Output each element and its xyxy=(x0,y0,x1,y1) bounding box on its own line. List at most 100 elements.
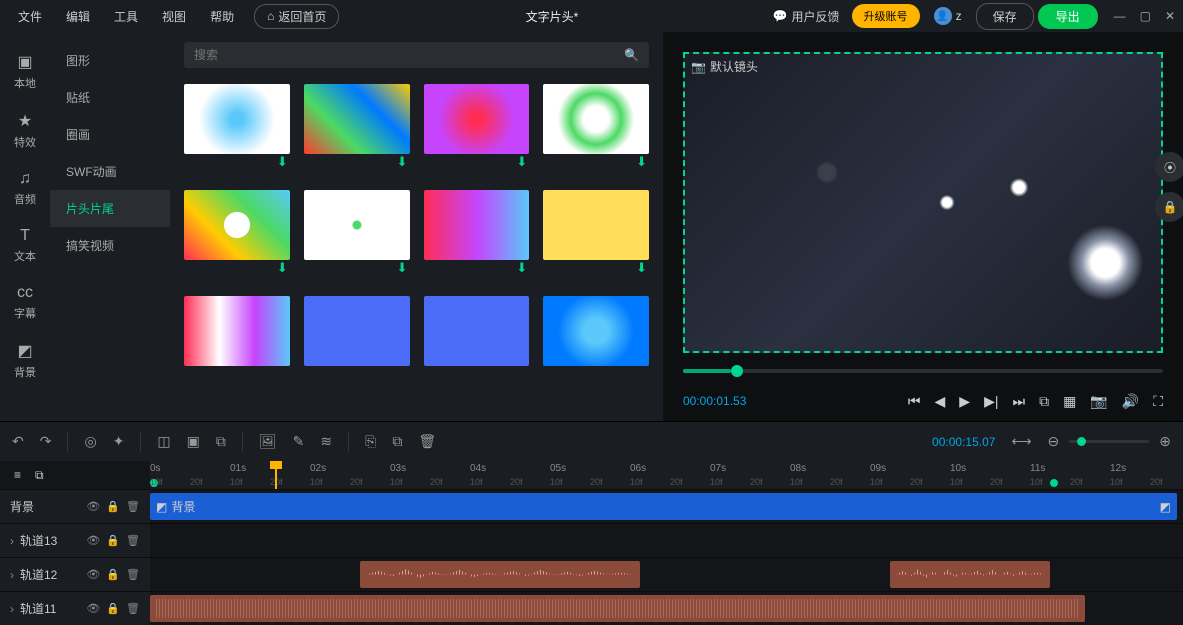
visibility-icon[interactable]: 👁 xyxy=(86,534,100,547)
export-button[interactable]: 导出 xyxy=(1038,4,1098,29)
category-funny[interactable]: 搞笑视频 xyxy=(50,227,170,264)
trash-icon[interactable]: 🗑 xyxy=(126,568,140,581)
asset-item[interactable] xyxy=(304,296,410,366)
menu-help[interactable]: 帮助 xyxy=(200,2,244,31)
lock-icon[interactable]: 🔒 xyxy=(106,500,120,513)
asset-item[interactable]: ⬇ xyxy=(543,84,649,154)
lock-tool-icon[interactable]: 🔒 xyxy=(1155,192,1183,222)
track-head[interactable]: › 轨道11 👁🔒🗑 xyxy=(0,592,150,625)
track-head[interactable]: › 轨道12 👁🔒🗑 xyxy=(0,558,150,591)
marker-icon[interactable]: ◎ xyxy=(84,433,96,450)
upgrade-button[interactable]: 升级账号 xyxy=(852,4,920,28)
download-icon[interactable]: ⬇ xyxy=(636,154,647,170)
zoom-out-icon[interactable]: ⊖ xyxy=(1048,433,1060,450)
track-head[interactable]: › 轨道13 👁🔒🗑 xyxy=(0,524,150,557)
lock-icon[interactable]: 🔒 xyxy=(106,602,120,615)
download-icon[interactable]: ⬇ xyxy=(636,260,647,276)
sidebar-item-audio[interactable]: ♫音频 xyxy=(0,160,50,217)
expand-icon[interactable]: › xyxy=(10,602,14,616)
sidebar-item-subtitle[interactable]: cc字幕 xyxy=(0,274,50,331)
track-head[interactable]: 背景 👁🔒🗑 xyxy=(0,490,150,523)
redo-icon[interactable]: ↷ xyxy=(40,433,52,450)
trash-icon[interactable]: 🗑 xyxy=(126,534,140,547)
asset-item[interactable]: ⬇ xyxy=(184,190,290,260)
search-box[interactable]: 🔍 xyxy=(184,42,649,68)
menu-view[interactable]: 视图 xyxy=(152,2,196,31)
copy-icon[interactable]: ⧉ xyxy=(392,433,402,450)
split-icon[interactable]: ◫ xyxy=(157,433,170,450)
crop-tool-icon[interactable]: ▣ xyxy=(187,433,200,450)
clip-audio[interactable] xyxy=(360,561,640,588)
snapshot-icon[interactable]: 📷 xyxy=(1090,393,1107,410)
playhead[interactable] xyxy=(275,461,277,489)
track-copy-icon[interactable]: ⧉ xyxy=(35,468,44,483)
search-input[interactable] xyxy=(194,48,624,62)
minimize-icon[interactable]: ― xyxy=(1114,9,1126,23)
close-icon[interactable]: ✕ xyxy=(1165,9,1175,23)
sidebar-item-local[interactable]: ▣本地 xyxy=(0,42,50,101)
lock-icon[interactable]: 🔒 xyxy=(106,534,120,547)
clip-audio[interactable] xyxy=(150,595,1085,622)
sidebar-item-background[interactable]: ◩背景 xyxy=(0,331,50,390)
asset-item[interactable] xyxy=(424,296,530,366)
category-stickers[interactable]: 贴纸 xyxy=(50,79,170,116)
delete-icon[interactable]: 🗑 xyxy=(418,433,436,450)
play-icon[interactable]: ▶ xyxy=(959,393,970,410)
grid-icon[interactable]: ▦ xyxy=(1063,393,1076,410)
target-icon[interactable]: ✦ xyxy=(113,433,125,450)
expand-icon[interactable]: › xyxy=(10,534,14,548)
image-icon[interactable]: 🖼 xyxy=(259,433,277,450)
asset-item[interactable]: ⬇ xyxy=(304,190,410,260)
asset-item[interactable]: ⬇ xyxy=(424,84,530,154)
user-menu[interactable]: 👤 z xyxy=(924,7,972,25)
clip-background[interactable]: ◩背景◩ xyxy=(150,493,1177,520)
download-icon[interactable]: ⬇ xyxy=(277,260,288,276)
maximize-icon[interactable]: ▢ xyxy=(1140,9,1151,23)
lock-icon[interactable]: 🔒 xyxy=(106,568,120,581)
zoom-slider[interactable] xyxy=(1069,440,1149,443)
asset-item[interactable]: ⬇ xyxy=(184,84,290,154)
fit-icon[interactable]: ⟷ xyxy=(1011,433,1031,450)
progress-handle[interactable] xyxy=(731,365,743,377)
feedback-button[interactable]: 💬 用户反馈 xyxy=(765,8,848,25)
preview-progress[interactable] xyxy=(663,361,1183,381)
track-body[interactable]: ◩背景◩ xyxy=(150,490,1183,523)
layers-icon[interactable]: ≋ xyxy=(320,433,332,450)
volume-icon[interactable]: 🔊 xyxy=(1122,393,1139,410)
prev-frame-icon[interactable]: ⏮ xyxy=(908,393,921,410)
asset-item[interactable]: ⬇ xyxy=(424,190,530,260)
download-icon[interactable]: ⬇ xyxy=(516,260,527,276)
edit-icon[interactable]: ✎ xyxy=(293,433,305,450)
zoom-in-icon[interactable]: ⊕ xyxy=(1159,433,1171,450)
track-list-icon[interactable]: ≡ xyxy=(14,468,21,482)
download-icon[interactable]: ⬇ xyxy=(516,154,527,170)
trash-icon[interactable]: 🗑 xyxy=(126,500,140,513)
return-home-button[interactable]: ⌂ 返回首页 xyxy=(254,4,339,29)
category-swf[interactable]: SWF动画 xyxy=(50,153,170,190)
timeline-ruler[interactable]: 0s10f20f01s10f20f02s10f20f03s10f20f04s10… xyxy=(150,461,1183,489)
step-back-icon[interactable]: ◀ xyxy=(935,393,946,410)
category-shapes[interactable]: 图形 xyxy=(50,42,170,79)
track-body[interactable] xyxy=(150,592,1183,625)
download-icon[interactable]: ⬇ xyxy=(397,154,408,170)
asset-item[interactable] xyxy=(543,296,649,366)
fullscreen-icon[interactable]: ⛶ xyxy=(1153,393,1163,410)
track-body[interactable] xyxy=(150,558,1183,591)
download-icon[interactable]: ⬇ xyxy=(397,260,408,276)
asset-item[interactable] xyxy=(184,296,290,366)
category-intro-outro[interactable]: 片头片尾 xyxy=(50,190,170,227)
next-frame-icon[interactable]: ⏭ xyxy=(1012,393,1025,410)
track-body[interactable] xyxy=(150,524,1183,557)
asset-item[interactable]: ⬇ xyxy=(304,84,410,154)
trash-icon[interactable]: 🗑 xyxy=(126,602,140,615)
expand-icon[interactable]: › xyxy=(10,568,14,582)
sidebar-item-text[interactable]: T文本 xyxy=(0,217,50,274)
category-circle[interactable]: 圈画 xyxy=(50,116,170,153)
visibility-icon[interactable]: 👁 xyxy=(86,602,100,615)
menu-tools[interactable]: 工具 xyxy=(104,2,148,31)
visibility-icon[interactable]: 👁 xyxy=(86,500,100,513)
export-clip-icon[interactable]: ⎘ xyxy=(365,433,376,450)
visibility-icon[interactable]: 👁 xyxy=(86,568,100,581)
crop-icon[interactable]: ⧉ xyxy=(1039,393,1049,410)
focus-tool-icon[interactable]: ⦿ xyxy=(1155,152,1183,182)
